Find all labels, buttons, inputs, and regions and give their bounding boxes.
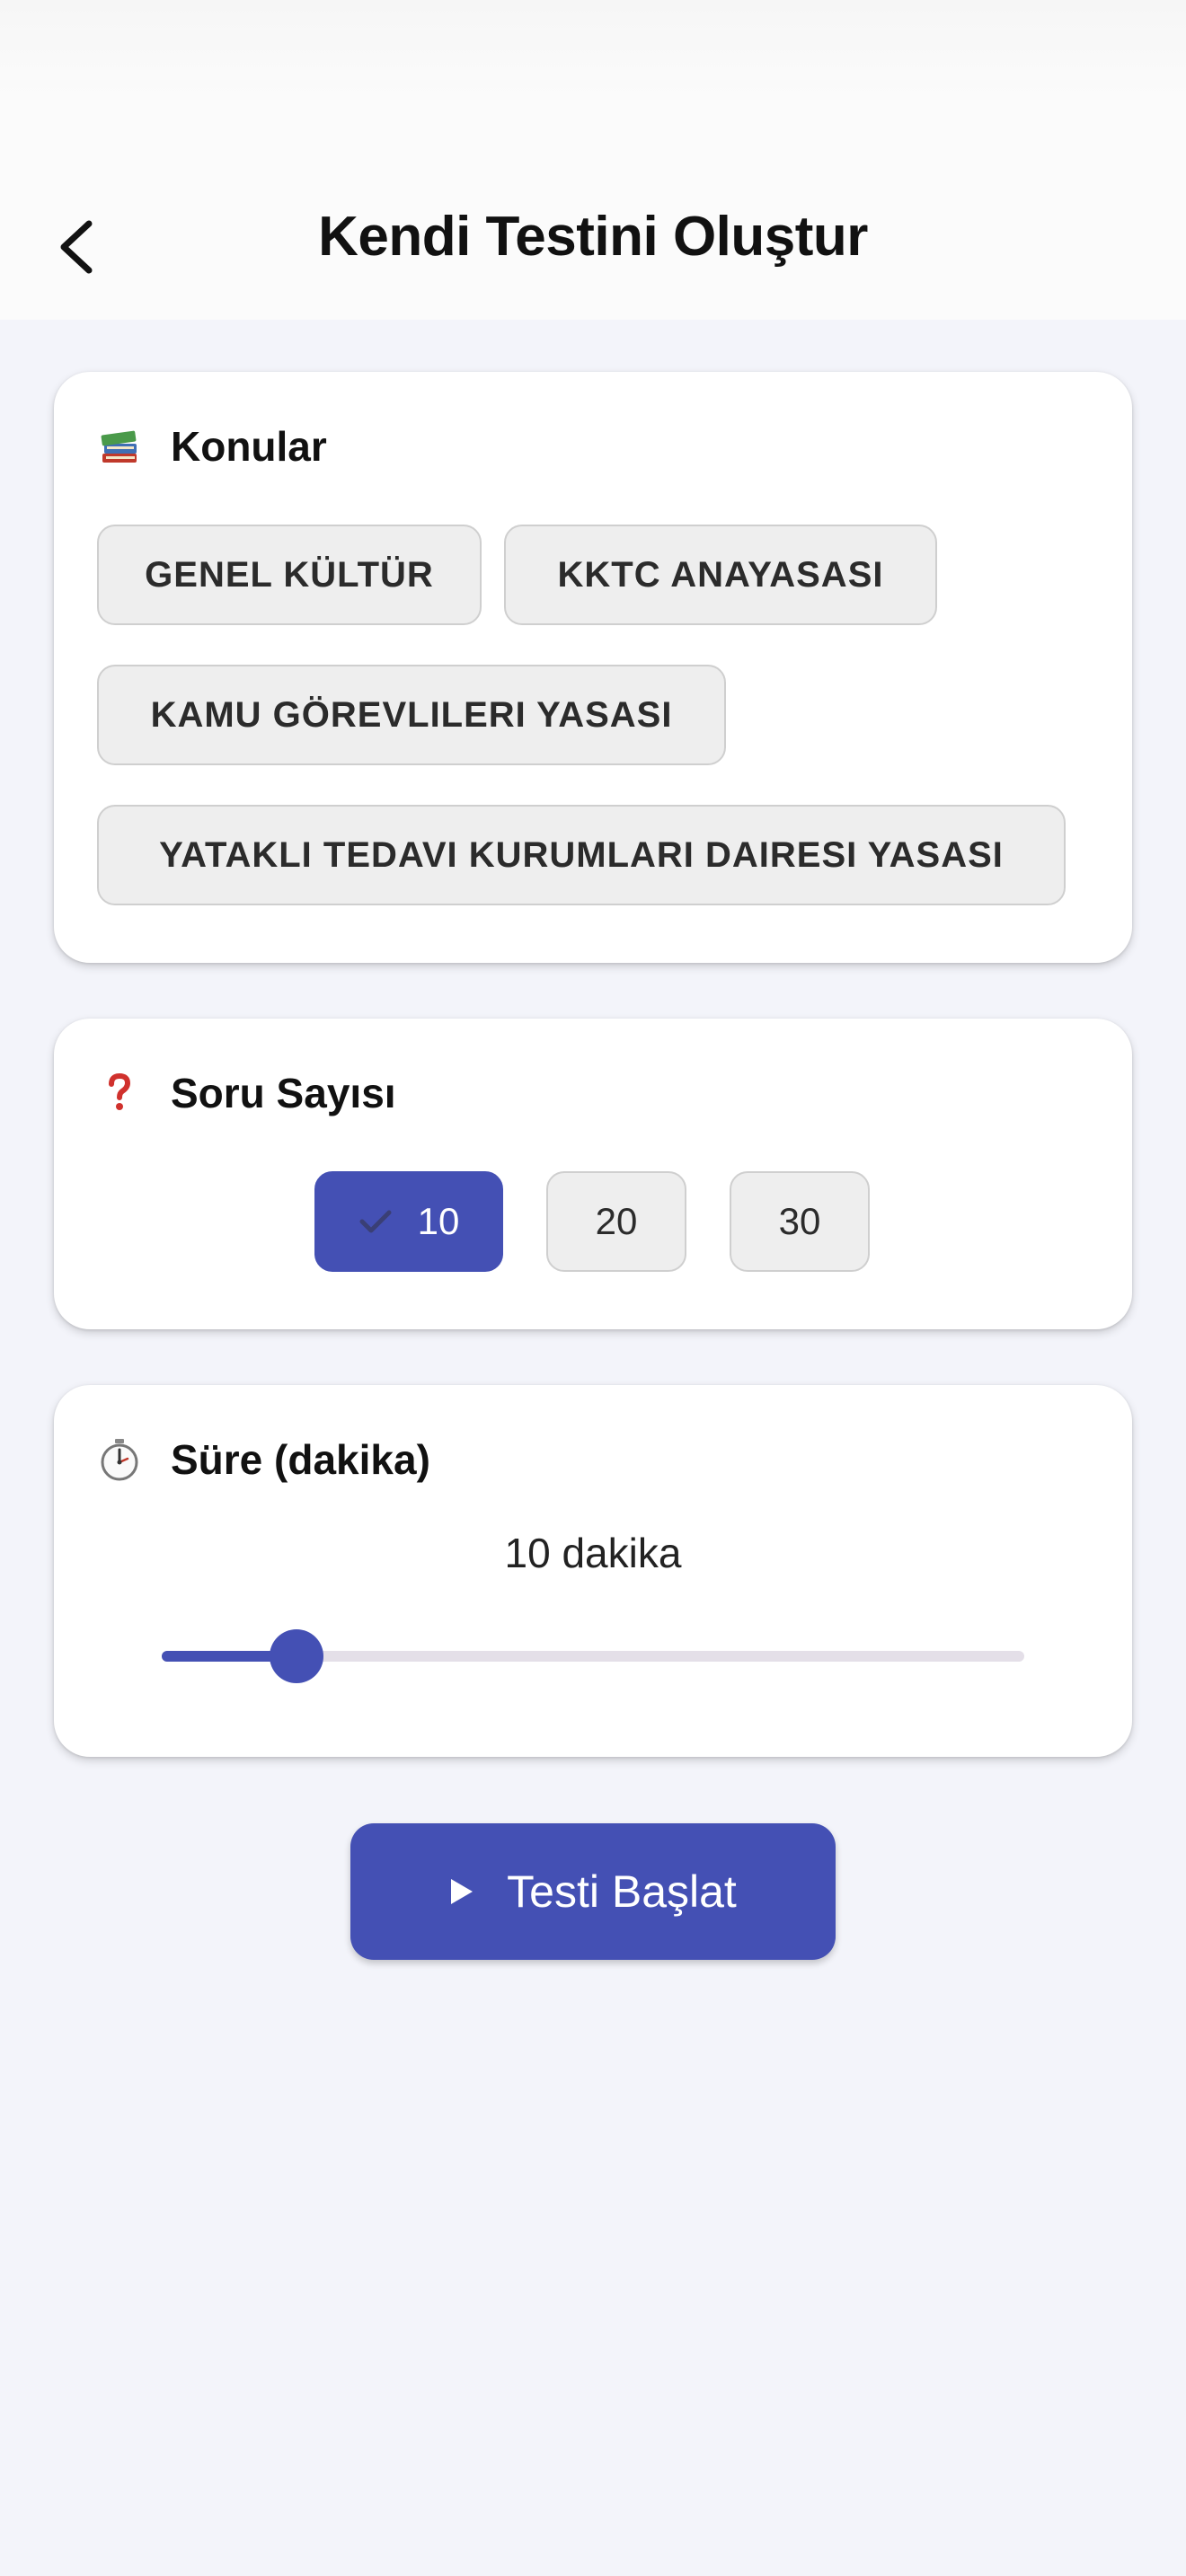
question-count-title-label: Soru Sayısı	[171, 1070, 396, 1116]
topics-title: Konular	[97, 422, 327, 471]
topic-chip-yatakli-tedavi[interactable]: YATAKLI TEDAVI KURUMLARI DAIRESI YASASI	[97, 805, 1066, 905]
duration-slider[interactable]	[162, 1628, 1024, 1683]
question-count-option-label: 10	[417, 1200, 460, 1242]
topic-chip-label: KAMU GÖREVLILERI YASASI	[150, 694, 673, 735]
topic-chip-genel-kultur[interactable]: GENEL KÜLTÜR	[97, 525, 482, 625]
check-icon	[358, 1208, 393, 1235]
question-count-option-label: 30	[778, 1200, 821, 1242]
page-title: Kendi Testini Oluştur	[318, 206, 868, 268]
start-test-label: Testi Başlat	[507, 1866, 737, 1917]
question-count-card: Soru Sayısı 10 20 30	[54, 1019, 1132, 1329]
topic-chip-kktc-anayasasi[interactable]: KKTC ANAYASASI	[504, 525, 937, 625]
app-header: Kendi Testini Oluştur	[0, 162, 1186, 320]
topic-chip-label: YATAKLI TEDAVI KURUMLARI DAIRESI YASASI	[159, 834, 1004, 875]
question-count-option-10[interactable]: 10	[314, 1171, 503, 1272]
play-icon	[449, 1877, 474, 1906]
status-bar-area	[0, 0, 1186, 162]
question-mark-icon	[97, 1071, 142, 1116]
duration-card: Süre (dakika) 10 dakika	[54, 1385, 1132, 1757]
books-icon	[97, 424, 142, 469]
question-count-title: Soru Sayısı	[97, 1069, 396, 1117]
stopwatch-icon	[97, 1437, 142, 1482]
topics-title-label: Konular	[171, 423, 327, 470]
topic-chip-kamu-gorevlileri-yasasi[interactable]: KAMU GÖREVLILERI YASASI	[97, 665, 726, 765]
question-count-option-30[interactable]: 30	[730, 1171, 870, 1272]
duration-title-label: Süre (dakika)	[171, 1436, 430, 1483]
start-test-button[interactable]: Testi Başlat	[350, 1823, 836, 1960]
duration-value-label: 10 dakika	[504, 1530, 682, 1576]
question-count-option-label: 20	[595, 1200, 638, 1242]
topic-chip-label: GENEL KÜLTÜR	[145, 554, 434, 595]
question-count-option-20[interactable]: 20	[546, 1171, 686, 1272]
duration-title: Süre (dakika)	[97, 1435, 430, 1484]
topic-chip-label: KKTC ANAYASASI	[557, 554, 884, 595]
slider-thumb[interactable]	[269, 1629, 323, 1683]
topics-card: Konular GENEL KÜLTÜR KKTC ANAYASASI KAMU…	[54, 372, 1132, 963]
